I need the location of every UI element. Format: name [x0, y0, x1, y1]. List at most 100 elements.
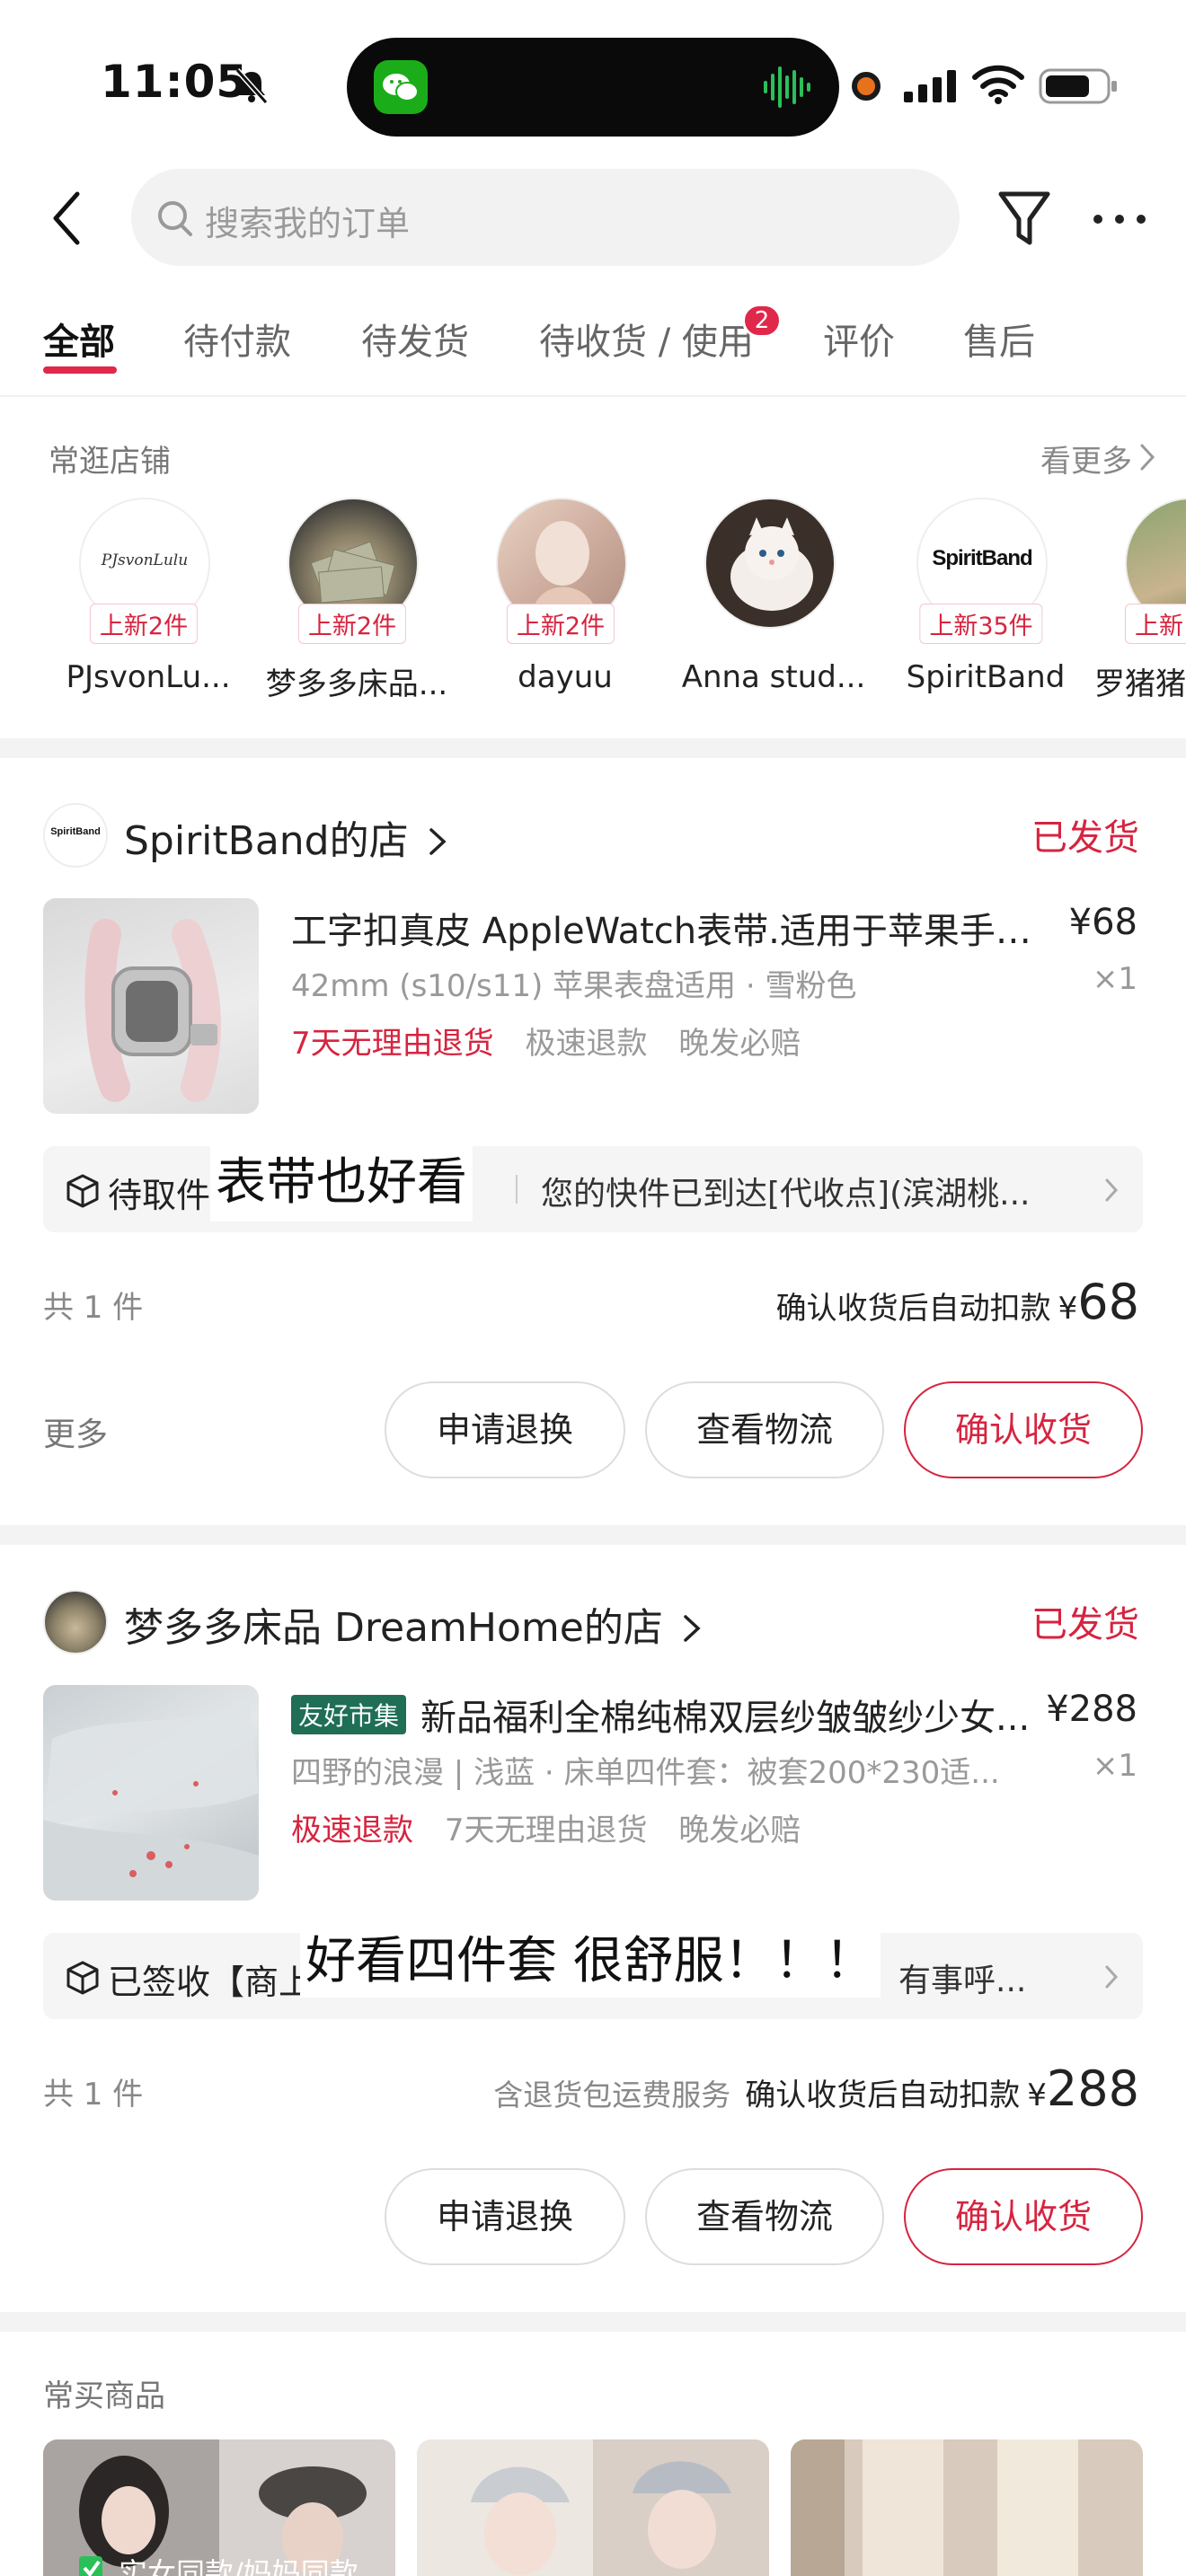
shop-item[interactable]: 上新2件 梦多多床品... [253, 498, 451, 704]
order-shop-name[interactable]: 梦多多床品 DreamHome的店 [124, 1595, 703, 1653]
section-gap [0, 738, 1186, 758]
shop-name: 梦多多床品... [265, 666, 448, 702]
tab-pending-payment[interactable]: 待付款 [183, 313, 291, 365]
annotation-overlay: 表带也好看 [210, 1144, 473, 1222]
section-gap [0, 1525, 1186, 1545]
chevron-right-icon [1140, 444, 1155, 471]
total-label: 确认收货后自动扣款 [775, 1291, 1051, 1327]
shop-new-badge: 上新2件 [506, 604, 615, 644]
item-count: 共 1 件 [43, 1290, 144, 1326]
order-total-row: 共 1 件 确认收货后自动扣款 ¥68 [43, 1274, 1143, 1330]
confirm-receipt-button[interactable]: 确认收货 [904, 1381, 1143, 1478]
product-image[interactable] [43, 1685, 259, 1901]
shop-item[interactable]: 上新 罗猪猪 [1091, 498, 1186, 704]
order-status: 已发货 [1031, 817, 1139, 859]
view-logistics-button[interactable]: 查看物流 [645, 2168, 884, 2265]
dynamic-island [347, 38, 839, 137]
status-time: 11:05 [101, 56, 249, 108]
total-currency: ¥ [1058, 1291, 1078, 1327]
wechat-icon [374, 60, 428, 114]
battery-icon [1039, 68, 1117, 104]
shop-logo-text: PJsvonLulu [101, 551, 189, 569]
product-spec: 42mm (s10/s11) 苹果表盘适用 · 雪粉色 [291, 968, 857, 1004]
order-tabs: 全部 待付款 待发货 待收货 / 使用 2 评价 售后 [0, 304, 1186, 390]
audio-wave-icon [764, 66, 810, 108]
chevron-right-icon [1105, 1178, 1119, 1202]
shop-name: 罗猪猪 [1094, 666, 1186, 702]
request-return-button[interactable]: 申请退换 [385, 2168, 625, 2265]
service-tag: 极速退款 [525, 1026, 648, 1062]
shop-item[interactable]: Anna stud... [670, 498, 868, 704]
more-dots-icon[interactable] [1091, 201, 1148, 237]
shop-new-badge: 上新 [1125, 604, 1186, 644]
shop-avatar [704, 498, 836, 629]
service-tags: 7天无理由退货 极速退款 晚发必赔 [291, 1019, 822, 1063]
request-return-button[interactable]: 申请退换 [385, 1381, 625, 1478]
tab-after-sales[interactable]: 售后 [963, 313, 1035, 365]
shop-name: dayuu [518, 659, 613, 695]
frequent-shops-section: 常逛店铺 看更多 PJsvonLulu 上新2件 PJsvonLu... 上新2… [0, 399, 1186, 737]
divider [0, 395, 1186, 397]
filter-icon[interactable] [996, 187, 1053, 250]
total-currency: ¥ [1027, 2078, 1047, 2113]
order-total-row: 共 1 件 含退货包运费服务 确认收货后自动扣款 ¥288 [43, 2060, 1143, 2117]
order-total: 确认收货后自动扣款 ¥68 [776, 1274, 1139, 1330]
see-more-link[interactable]: 看更多 [1040, 437, 1132, 481]
chevron-right-icon [1105, 1965, 1119, 1989]
search-icon [158, 201, 192, 236]
order-total: 含退货包运费服务 确认收货后自动扣款 ¥288 [493, 2060, 1139, 2117]
service-tag: 晚发必赔 [678, 1813, 801, 1848]
wifi-icon [972, 65, 1024, 104]
product-quantity: ×1 [1092, 1748, 1137, 1784]
order-card: SpiritBand SpiritBand的店 已发货 工字扣真皮 AppleW… [0, 758, 1186, 1523]
shop-logo-text: SpiritBand [932, 546, 1032, 570]
service-tag: 极速退款 [291, 1813, 413, 1848]
annotation-overlay: 好看四件套 很舒服！！！ [300, 1926, 881, 1998]
package-icon [66, 1961, 99, 1995]
chevron-right-icon [684, 1615, 701, 1642]
tab-all[interactable]: 全部 [43, 313, 115, 365]
order-card: 梦多多床品 DreamHome的店 已发货 友好市集 新品福利全棉纯棉双层纱皱皱纱… [0, 1545, 1186, 2310]
return-shipping-note: 含退货包运费服务 [493, 2078, 731, 2113]
product-price: ¥288 [1046, 1689, 1137, 1730]
back-arrow-icon[interactable] [45, 189, 99, 248]
product-quantity: ×1 [1092, 961, 1137, 997]
product-thumbnail[interactable] [791, 2439, 1143, 2576]
tab-review[interactable]: 评价 [823, 313, 895, 365]
package-icon [66, 1174, 99, 1208]
product-image[interactable] [43, 898, 259, 1114]
order-actions: 申请退换 查看物流 确认收货 [43, 2168, 1143, 2267]
logistics-bar[interactable]: 待取件 您的快件已到达[代收点](滨湖桃... [43, 1146, 1143, 1232]
service-tags: 极速退款 7天无理由退货 晚发必赔 [291, 1805, 822, 1849]
product-title[interactable]: 友好市集 新品福利全棉纯棉双层纱皱皱纱少女... [291, 1689, 1046, 1741]
product-title[interactable]: 工字扣真皮 AppleWatch表带.适用于苹果手表... [291, 902, 1046, 954]
shop-item[interactable]: 上新2件 dayuu [462, 498, 659, 704]
order-shop-label: 梦多多床品 DreamHome的店 [124, 1605, 663, 1651]
service-tag: 7天无理由退货 [444, 1813, 648, 1848]
shop-logo[interactable]: SpiritBand [43, 803, 108, 868]
total-amount: 288 [1046, 2060, 1139, 2117]
product-thumbnail[interactable] [417, 2439, 769, 2576]
section-title: 常逛店铺 [49, 444, 171, 480]
section-gap [0, 2312, 1186, 2332]
tab-pending-shipment[interactable]: 待发货 [361, 313, 469, 365]
shop-new-badge: 上新2件 [297, 604, 407, 644]
shop-item[interactable]: PJsvonLulu 上新2件 PJsvonLu... [45, 498, 243, 704]
product-thumbnail[interactable]: 实女同款/妈妈同款 [43, 2439, 395, 2576]
logistics-state: 已签收【商上 [108, 1963, 314, 2002]
order-status: 已发货 [1031, 1604, 1139, 1645]
view-logistics-button[interactable]: 查看物流 [645, 1381, 884, 1478]
tab-pending-receipt[interactable]: 待收货 / 使用 [539, 313, 754, 365]
more-actions-link[interactable]: 更多 [43, 1408, 108, 1455]
shop-logo[interactable] [43, 1590, 108, 1654]
order-shop-label: SpiritBand的店 [124, 818, 409, 864]
shop-logo-text: SpiritBand [50, 826, 101, 837]
logistics-text: 您的快件已到达[代收点](滨湖桃... [541, 1176, 1031, 1213]
shop-name: SpiritBand [906, 659, 1066, 695]
order-shop-name[interactable]: SpiritBand的店 [124, 808, 448, 866]
shop-new-badge: 上新2件 [89, 604, 199, 644]
thumbnail-caption: 实女同款/妈妈同款 [119, 2556, 358, 2576]
confirm-receipt-button[interactable]: 确认收货 [904, 2168, 1143, 2265]
shop-item[interactable]: SpiritBand 上新35件 SpiritBand [882, 498, 1080, 704]
search-input[interactable]: 搜索我的订单 [131, 169, 960, 266]
